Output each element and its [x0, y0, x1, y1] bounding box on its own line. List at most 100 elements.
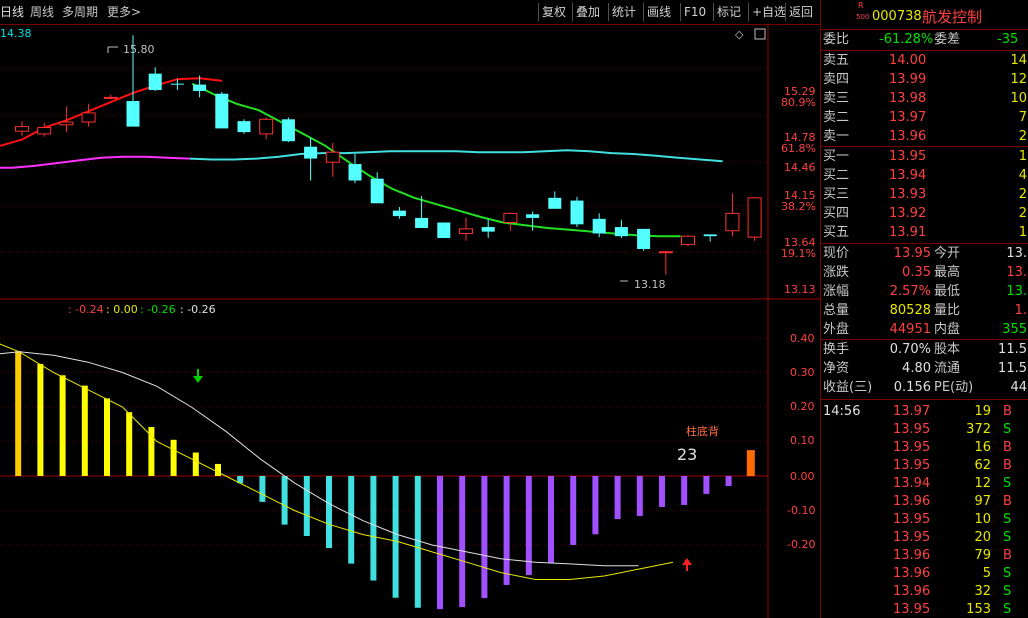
macd-bar	[459, 476, 466, 608]
macd-bar	[37, 363, 44, 476]
tick-row: 13.95 16 B	[821, 439, 1028, 457]
candle-body	[503, 212, 518, 224]
candle-body	[370, 178, 384, 204]
back-button[interactable]: 返回	[785, 3, 816, 21]
tick-volume: 32	[974, 584, 991, 599]
quote-label: 现价	[823, 246, 850, 261]
bid-volume: 1	[1018, 149, 1027, 164]
tick-side: S	[1003, 584, 1012, 599]
candle	[526, 211, 540, 231]
bid-level-2: 买二 13.94 4	[821, 167, 1028, 185]
candle-body	[681, 235, 695, 245]
sell-arrow-icon	[193, 369, 203, 383]
quote-label: 涨跌	[823, 265, 850, 280]
tick-side: B	[1003, 458, 1012, 473]
ask-volume: 7	[1018, 110, 1027, 125]
candle	[304, 137, 318, 181]
draw-line-button[interactable]: 画线	[643, 3, 674, 21]
candle-body	[747, 197, 762, 238]
candle	[37, 122, 52, 137]
ask-level-5: 卖五 14.00 14	[821, 52, 1028, 70]
ask-price: 13.98	[889, 91, 927, 106]
indicator-value-3: : -0.26	[140, 303, 176, 316]
quote-value: 13.	[1006, 246, 1027, 261]
chart-area[interactable]: 14.38 15.80 13.18 ◇ 15.29 80.9% 14.78 61…	[0, 25, 820, 618]
tick-side: S	[1003, 566, 1012, 581]
candle	[348, 154, 362, 184]
tick-price: 13.96	[893, 494, 931, 509]
candle-body	[459, 228, 473, 234]
tick-time: 14:56	[823, 404, 861, 419]
candle-body	[325, 151, 340, 163]
tick-price: 13.94	[893, 476, 931, 491]
tick-row: 13.96 97 B	[821, 493, 1028, 511]
candle	[392, 206, 406, 219]
candle-body	[148, 73, 162, 91]
ask-volume: 14	[1010, 53, 1027, 68]
fundamental-label: 流通	[934, 361, 961, 376]
restore-rights-button[interactable]: 复权	[538, 3, 569, 21]
tick-row: 13.95 372 S	[821, 421, 1028, 439]
candle	[548, 191, 562, 209]
macd-bar	[126, 412, 133, 476]
candle-body	[304, 146, 318, 159]
fundamental-value: 0.156	[893, 380, 931, 395]
tick-volume: 79	[974, 548, 991, 563]
tab-weekly[interactable]: 周线	[30, 2, 54, 22]
macd-bar	[215, 463, 221, 476]
candle-body	[193, 84, 207, 91]
fundamental-label: 股本	[934, 342, 961, 357]
diamond-icon[interactable]: ◇	[735, 28, 744, 41]
bid-label: 买一	[823, 149, 850, 164]
tick-price: 13.96	[893, 548, 931, 563]
ind-axis-5: 0.00	[790, 470, 815, 483]
candle-body	[103, 96, 118, 99]
high-price-label: 15.80	[123, 43, 155, 56]
tick-price: 13.95	[893, 458, 931, 473]
tick-row: 13.96 79 B	[821, 547, 1028, 565]
candle-body	[126, 101, 140, 127]
tick-price: 13.95	[893, 602, 931, 617]
tick-side: S	[1003, 422, 1012, 437]
tick-row: 13.95 10 S	[821, 511, 1028, 529]
quote-label: 最低	[934, 284, 961, 299]
fundamental-value: 11.5	[998, 361, 1027, 376]
tick-row: 13.96 32 S	[821, 583, 1028, 601]
quote-row: 总量 80528 量比 1.	[821, 302, 1028, 320]
tick-row: 14:56 13.97 19 B	[821, 403, 1028, 421]
window-box-icon[interactable]	[754, 28, 766, 40]
macd-bar	[659, 476, 665, 508]
tab-more[interactable]: 更多>	[107, 2, 141, 22]
tick-volume: 62	[974, 458, 991, 473]
macd-bar	[525, 476, 532, 575]
mark-button[interactable]: 标记	[713, 3, 744, 21]
bid-volume: 2	[1018, 206, 1027, 221]
fundamental-row: 净资 4.80 流通 11.5	[821, 360, 1028, 378]
quote-label: 外盘	[823, 322, 850, 337]
macd-bar	[326, 476, 332, 549]
add-watchlist-button[interactable]: +自选	[748, 3, 789, 21]
tab-multi-period[interactable]: 多周期	[62, 2, 98, 22]
quote-value: 2.57%	[889, 284, 931, 299]
statistics-button[interactable]: 统计	[608, 3, 639, 21]
overlay-button[interactable]: 叠加	[572, 3, 603, 21]
ask-volume: 2	[1018, 129, 1027, 144]
candle-body	[548, 197, 562, 209]
macd-bar	[503, 476, 510, 585]
bid-price: 13.92	[889, 206, 927, 221]
f10-button[interactable]: F10	[680, 3, 709, 21]
candle	[259, 117, 274, 140]
candle-body	[59, 121, 74, 126]
axis-pct-4: 38.2%	[781, 200, 816, 213]
tick-price: 13.96	[893, 566, 931, 581]
tab-daily[interactable]: 日线	[0, 2, 24, 22]
ind-axis-2: 0.30	[790, 366, 815, 379]
candle-body	[215, 93, 229, 129]
quote-row: 涨跌 0.35 最高 13.	[821, 264, 1028, 282]
tick-row: 13.95 20 S	[821, 529, 1028, 547]
fundamental-row: 收益(三) 0.156 PE(动) 44	[821, 379, 1028, 397]
tick-volume: 19	[974, 404, 991, 419]
candle	[81, 103, 96, 127]
macd-bar	[281, 476, 288, 525]
dea-line-white	[0, 351, 639, 567]
